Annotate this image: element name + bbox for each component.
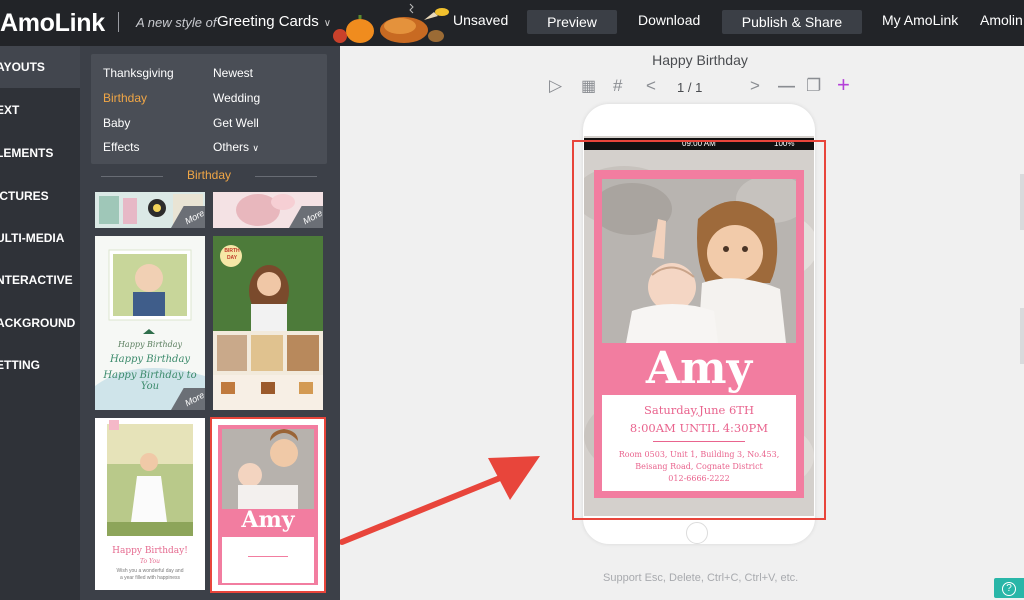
- template-thumb-selected[interactable]: Amy: [210, 417, 326, 593]
- add-page-icon[interactable]: +: [837, 72, 850, 98]
- preview-button[interactable]: Preview: [527, 10, 617, 34]
- template-text: Happy Birthday: [117, 340, 183, 349]
- category-menu: Thanksgiving Newest Birthday Wedding Bab…: [91, 54, 327, 164]
- app-logo[interactable]: AmoLink: [0, 9, 105, 38]
- category-others[interactable]: Others ∨: [213, 140, 259, 154]
- template-thumb[interactable]: More: [213, 192, 323, 228]
- category-newest[interactable]: Newest: [213, 66, 253, 80]
- category-thanksgiving[interactable]: Thanksgiving: [103, 66, 174, 80]
- play-icon[interactable]: ▷: [549, 76, 562, 96]
- selection-box: [572, 140, 826, 520]
- chevron-down-icon: ∨: [252, 143, 259, 153]
- template-badge-text: BIRTH: [224, 248, 240, 254]
- amolink-link[interactable]: Amolin: [980, 12, 1023, 28]
- tagline: A new style of: [136, 15, 217, 30]
- support-hint: Support Esc, Delete, Ctrl+C, Ctrl+V, etc…: [603, 572, 799, 584]
- side-panel-tab[interactable]: [1020, 174, 1024, 230]
- template-thumb[interactable]: Happy Birthday! To You Wish you a wonder…: [95, 418, 205, 590]
- nav-layouts[interactable]: AYOUTS: [0, 46, 80, 88]
- category-others-label: Others: [213, 140, 250, 154]
- logo-separator: [118, 12, 119, 32]
- category-effects[interactable]: Effects: [103, 140, 139, 154]
- more-label: More: [182, 389, 205, 409]
- category-get-well[interactable]: Get Well: [213, 116, 259, 130]
- template-text: Happy Birthday: [109, 354, 191, 365]
- annotation-arrow: [340, 456, 540, 545]
- template-text: Wish you a wonderful day and: [116, 568, 184, 574]
- template-preview-image: [212, 419, 324, 591]
- grid-view-icon[interactable]: ▦: [581, 76, 596, 96]
- nav-pictures[interactable]: ICTURES: [0, 175, 80, 217]
- nav-multi-media[interactable]: ULTI-MEDIA: [0, 217, 80, 259]
- category-baby[interactable]: Baby: [103, 116, 130, 130]
- template-text: To You: [140, 558, 160, 565]
- category-select-label: Greeting Cards: [217, 13, 319, 30]
- more-label: More: [182, 207, 205, 227]
- template-preview-image: [213, 236, 323, 410]
- help-button[interactable]: ?: [994, 578, 1024, 598]
- nav-setting[interactable]: ETTING: [0, 344, 80, 386]
- category-birthday[interactable]: Birthday: [103, 91, 147, 105]
- top-toolbar: AmoLink A new style of Greeting Cards ∨ U…: [0, 0, 1024, 46]
- template-thumb[interactable]: Happy Birthday Happy Birthday Happy Birt…: [95, 236, 205, 410]
- phone-home-button: [686, 522, 708, 544]
- prev-page-icon[interactable]: <: [646, 76, 656, 96]
- template-text: a year filled with happiness: [119, 575, 181, 581]
- hash-grid-icon[interactable]: #: [613, 76, 622, 96]
- template-text: Happy Birthday!: [112, 546, 188, 556]
- help-icon: ?: [1002, 582, 1016, 596]
- category-wedding[interactable]: Wedding: [213, 91, 260, 105]
- more-label: More: [300, 207, 323, 227]
- left-nav: AYOUTS EXT LEMENTS ICTURES ULTI-MEDIA NT…: [0, 46, 80, 600]
- next-page-icon[interactable]: >: [750, 76, 760, 96]
- template-thumb[interactable]: More: [95, 192, 205, 228]
- section-heading: Birthday: [91, 168, 327, 184]
- download-button[interactable]: Download: [638, 12, 700, 28]
- unsaved-status: Unsaved: [453, 12, 509, 28]
- category-select[interactable]: Greeting Cards ∨: [217, 13, 331, 30]
- publish-share-button[interactable]: Publish & Share: [722, 10, 862, 34]
- template-thumb[interactable]: BIRTH DAY: [213, 236, 323, 410]
- template-text: Amy: [241, 507, 295, 533]
- side-panel-tab[interactable]: [1020, 308, 1024, 364]
- template-panel: Thanksgiving Newest Birthday Wedding Bab…: [80, 46, 340, 600]
- thanksgiving-decoration: [333, 3, 449, 43]
- template-badge-text: DAY: [226, 255, 238, 261]
- nav-elements[interactable]: LEMENTS: [0, 132, 80, 174]
- nav-background[interactable]: ACKGROUND: [0, 302, 80, 344]
- remove-page-icon[interactable]: —: [778, 76, 795, 96]
- my-amolink-link[interactable]: My AmoLink: [882, 12, 958, 28]
- page-indicator: 1 / 1: [677, 80, 703, 95]
- nav-interactive[interactable]: NTERACTIVE: [0, 259, 80, 301]
- page-title: Happy Birthday: [652, 52, 748, 68]
- nav-text[interactable]: EXT: [0, 89, 80, 131]
- duplicate-page-icon[interactable]: ❐: [806, 76, 821, 96]
